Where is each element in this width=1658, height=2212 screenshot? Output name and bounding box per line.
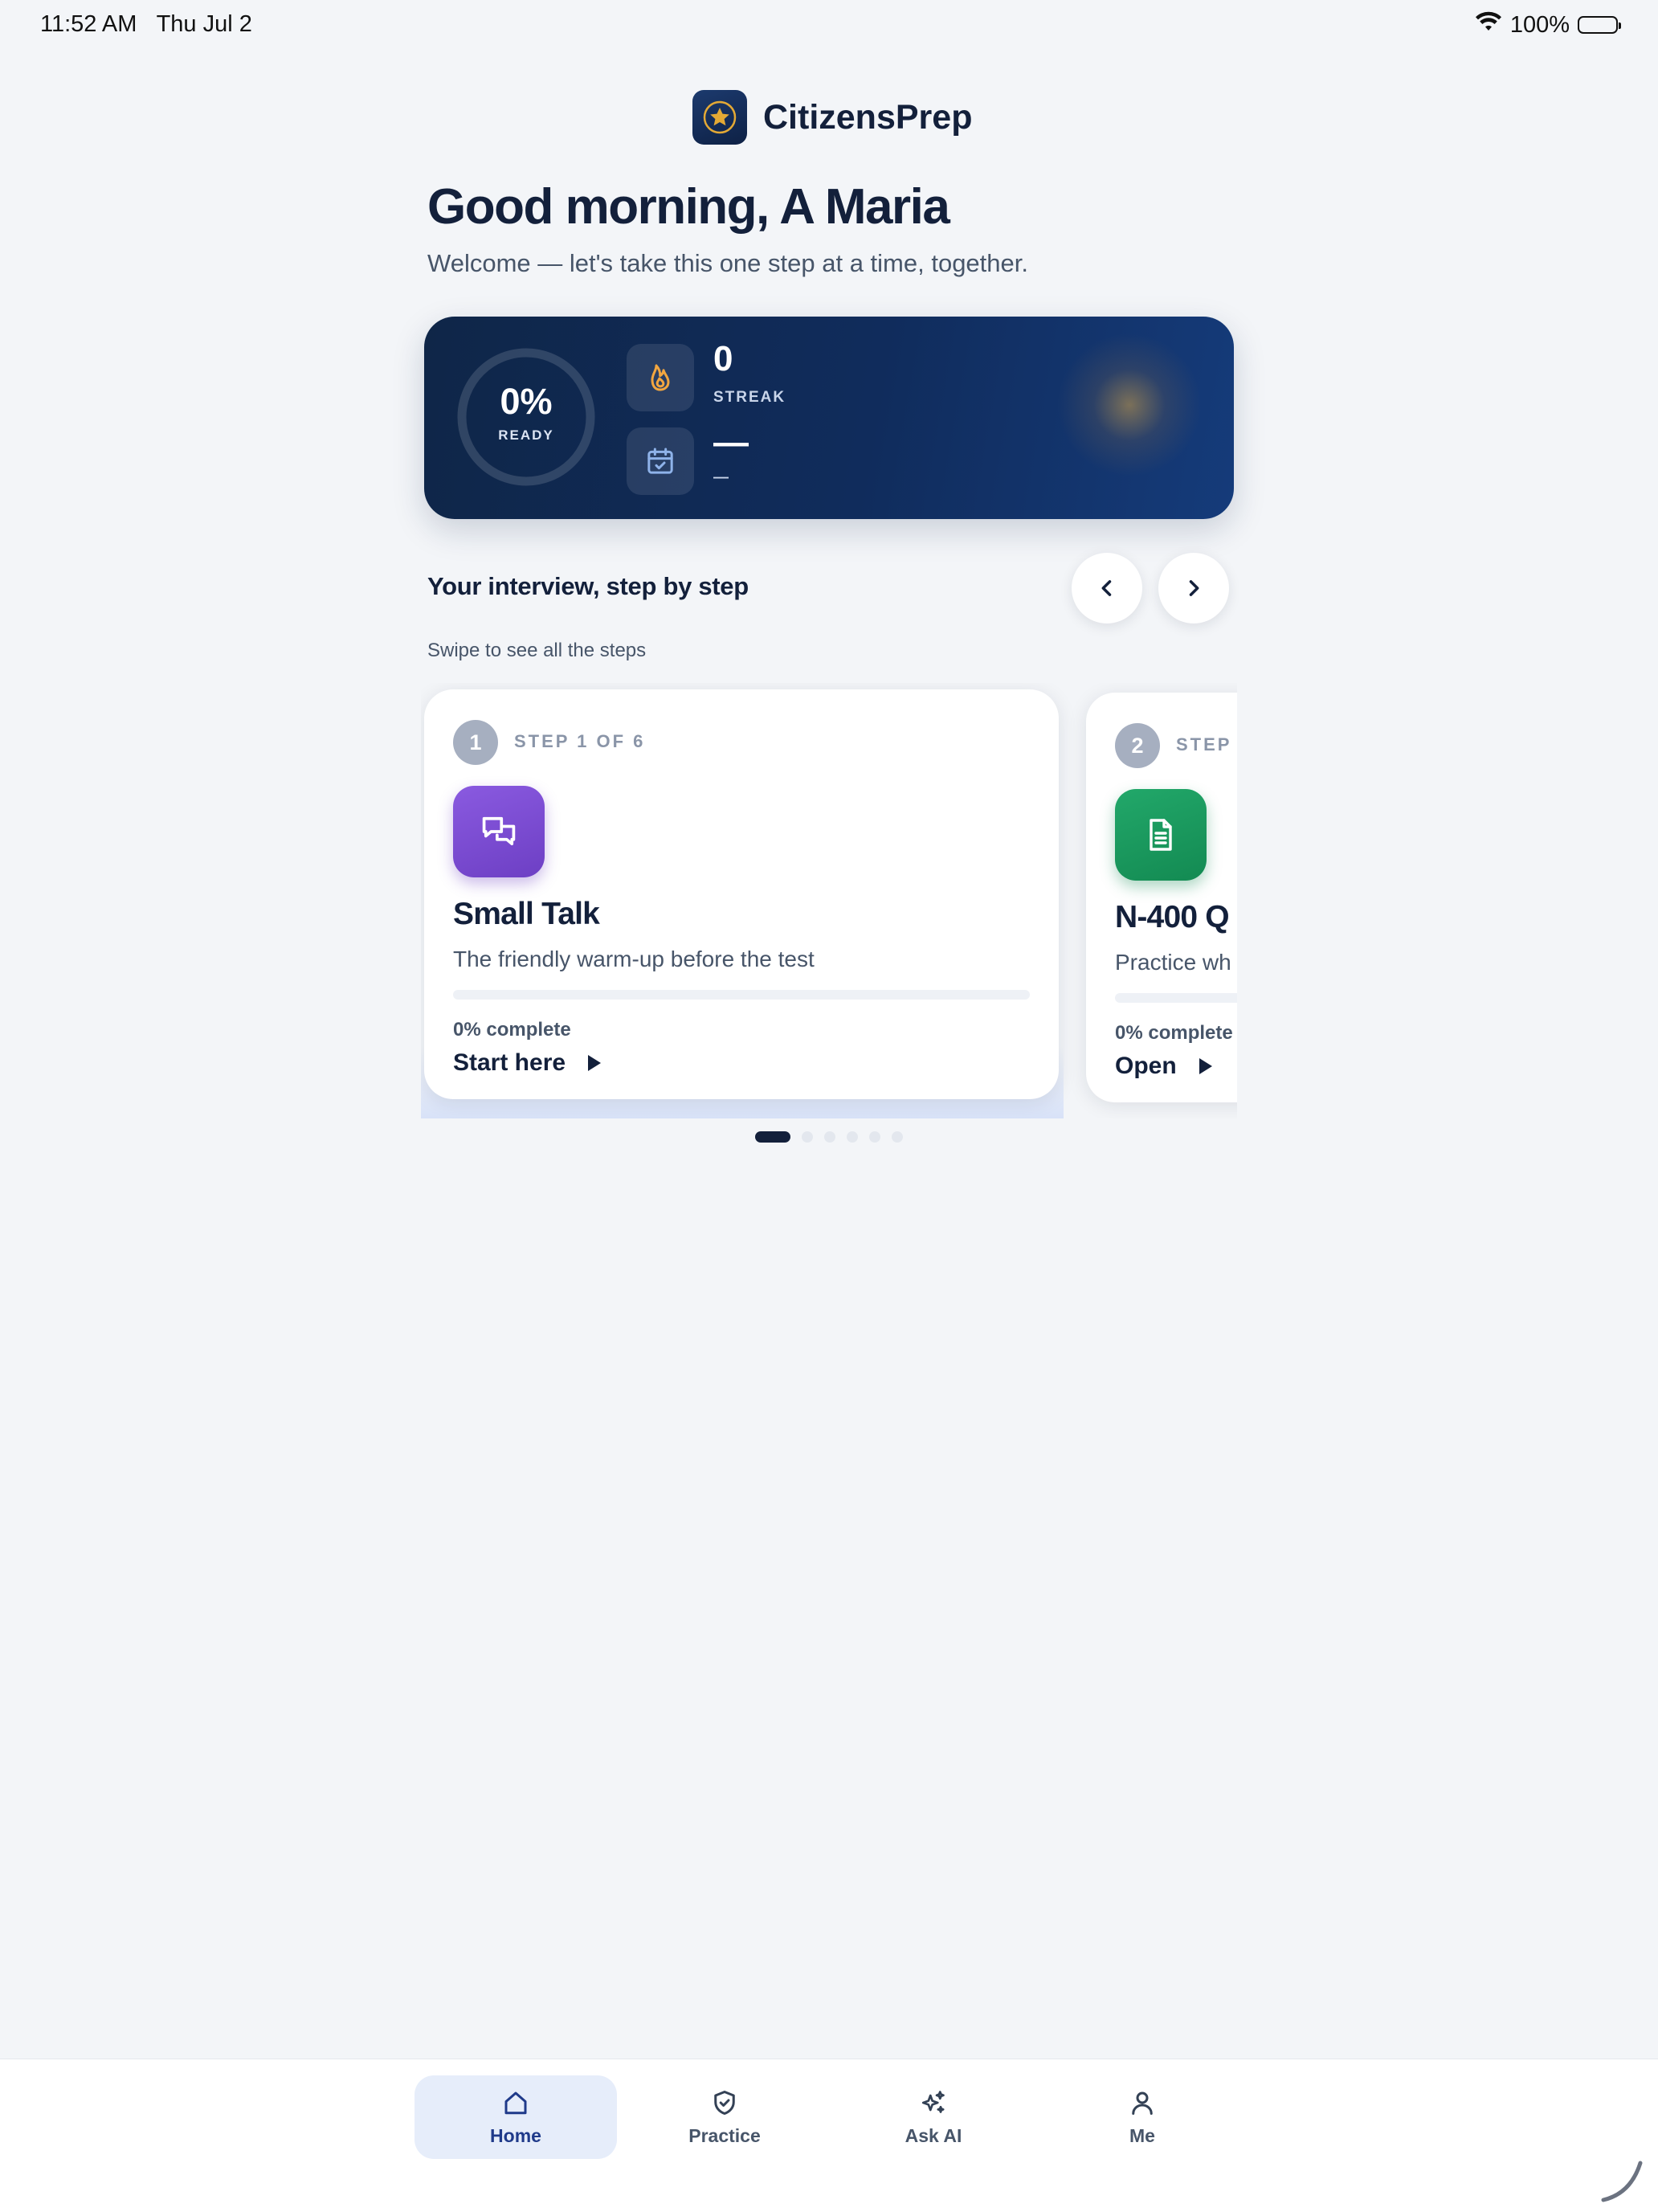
- page-dot[interactable]: [847, 1131, 858, 1143]
- clock-date: Thu Jul 2: [156, 11, 252, 37]
- open-button[interactable]: Open: [1115, 1053, 1214, 1080]
- play-icon: [1199, 1058, 1212, 1074]
- carousel-page-indicator[interactable]: [755, 1131, 903, 1143]
- tab-label: Ask AI: [905, 2124, 962, 2146]
- step-progress-bar: [453, 990, 1030, 1000]
- steps-section-title: Your interview, step by step: [427, 572, 749, 600]
- wifi-icon: [1475, 11, 1502, 39]
- streak-value: 0: [713, 339, 733, 378]
- greeting-title: Good morning, A Maria: [427, 179, 950, 235]
- play-icon: [588, 1055, 602, 1071]
- carousel-prev-button[interactable]: [1072, 553, 1142, 624]
- tab-label: Practice: [688, 2124, 761, 2146]
- step-card-small-talk[interactable]: 1 STEP 1 OF 6 Small Talk The friendly wa…: [424, 689, 1059, 1099]
- document-icon: [1115, 789, 1207, 881]
- readiness-value: 0%: [500, 381, 553, 422]
- step-description: Practice wh: [1115, 950, 1231, 975]
- status-bar-indicators: 100%: [1475, 11, 1621, 39]
- decorative-glow: [1057, 333, 1202, 477]
- page-dot[interactable]: [892, 1131, 903, 1143]
- tab-label: Me: [1129, 2124, 1155, 2146]
- steps-carousel[interactable]: 1 STEP 1 OF 6 Small Talk The friendly wa…: [421, 683, 1237, 1118]
- streak-label: STREAK: [713, 389, 786, 406]
- readiness-label: READY: [498, 427, 554, 443]
- tab-me[interactable]: Me: [1041, 2075, 1244, 2159]
- app-name: CitizensPrep: [763, 97, 973, 137]
- calendar-check-icon: [627, 427, 694, 495]
- chevron-right-icon: [1189, 580, 1199, 596]
- step-title: Small Talk: [453, 897, 600, 931]
- flame-icon: [627, 344, 694, 411]
- step-description: The friendly warm-up before the test: [453, 947, 815, 971]
- step-count-label: STEP 2: [1176, 734, 1237, 754]
- person-icon: [1132, 2091, 1153, 2115]
- step-number-badge: 2: [1115, 723, 1160, 768]
- page-dot[interactable]: [755, 1131, 790, 1143]
- welcome-message: Welcome — let's take this one step at a …: [427, 249, 1028, 277]
- star-badge-icon: [692, 90, 747, 145]
- sparkles-icon: [921, 2090, 945, 2113]
- tab-label: Home: [490, 2124, 541, 2146]
- start-here-button[interactable]: Start here: [453, 1049, 602, 1077]
- tab-practice[interactable]: Practice: [623, 2075, 826, 2159]
- app-brand: CitizensPrep: [692, 90, 972, 145]
- clock-time: 11:52 AM: [40, 11, 137, 37]
- battery-percent: 100%: [1509, 11, 1570, 38]
- shield-check-icon: [714, 2090, 735, 2115]
- home-icon: [504, 2091, 527, 2114]
- status-bar-time: 11:52 AM Thu Jul 2: [40, 11, 252, 38]
- step-count-label: STEP 1 OF 6: [514, 731, 646, 751]
- step-cta-label: Open: [1115, 1053, 1177, 1079]
- step-progress-bar: [1115, 993, 1237, 1003]
- page-dot[interactable]: [802, 1131, 813, 1143]
- tab-ask-ai[interactable]: Ask AI: [832, 2075, 1035, 2159]
- step-number-badge: 1: [453, 720, 498, 765]
- tab-home[interactable]: Home: [414, 2075, 617, 2159]
- home-indicator-handle: [1601, 2161, 1643, 2202]
- page-dot[interactable]: [824, 1131, 835, 1143]
- interview-date-label: —: [713, 469, 730, 486]
- step-progress-text: 0% complete: [1115, 1022, 1233, 1044]
- chat-bubbles-icon: [453, 786, 545, 877]
- step-card-n400[interactable]: 2 STEP 2 N-400 Q Practice wh 0% complete…: [1086, 693, 1237, 1102]
- readiness-card[interactable]: 0% READY 0 STREAK — —: [424, 317, 1234, 519]
- battery-icon: [1578, 16, 1621, 34]
- step-title: N-400 Q: [1115, 900, 1230, 934]
- page-dot[interactable]: [869, 1131, 880, 1143]
- step-progress-text: 0% complete: [453, 1019, 571, 1041]
- step-cta-label: Start here: [453, 1049, 566, 1076]
- chevron-left-icon: [1101, 580, 1112, 596]
- bottom-tab-bar: Home Practice Ask AI Me: [0, 2059, 1658, 2212]
- interview-date-value: —: [713, 423, 749, 462]
- carousel-next-button[interactable]: [1158, 553, 1229, 624]
- steps-section-hint: Swipe to see all the steps: [427, 640, 647, 661]
